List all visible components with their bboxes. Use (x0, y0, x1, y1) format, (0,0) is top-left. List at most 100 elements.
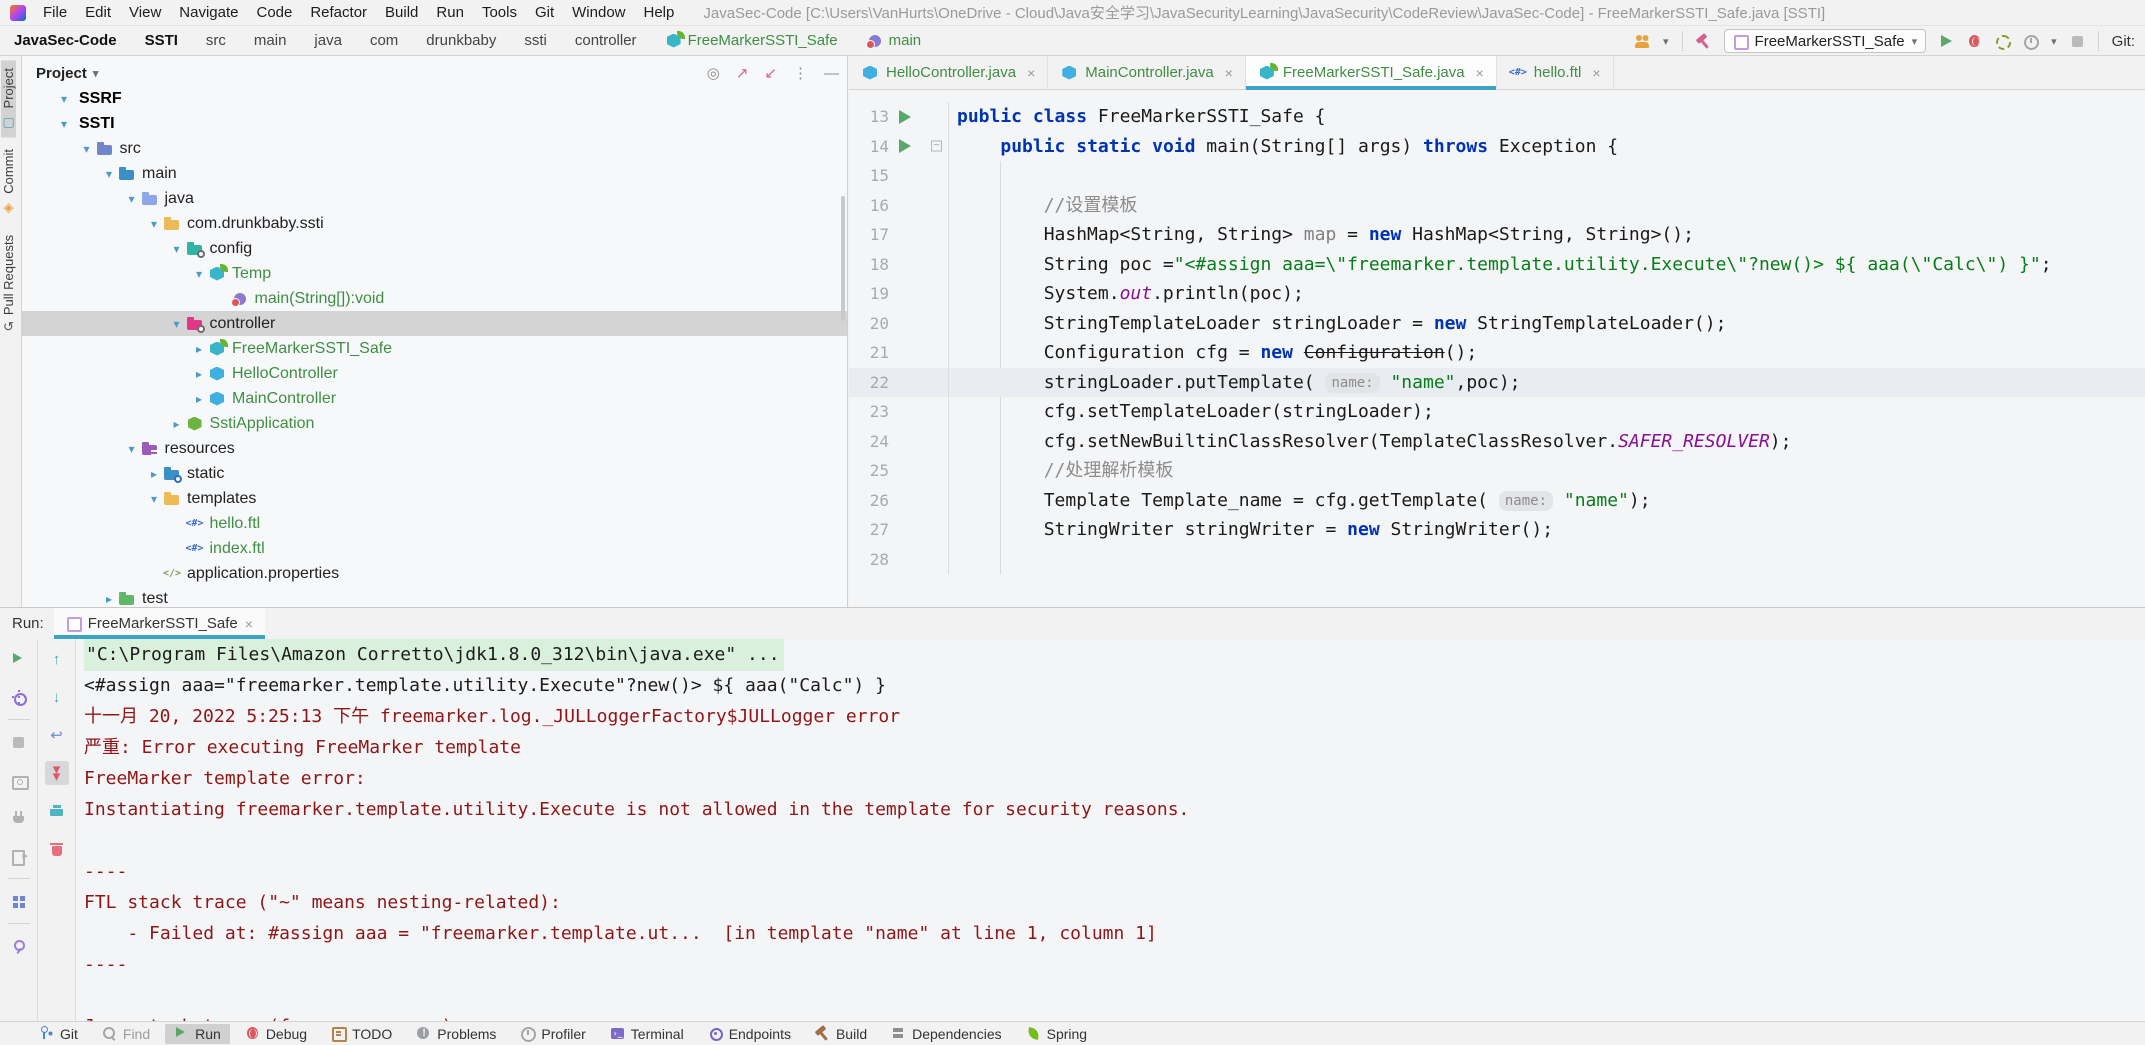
toolwindow-terminal[interactable]: Terminal (601, 1024, 693, 1044)
chevron-down-icon[interactable]: ▾ (145, 217, 163, 231)
breadcrumb-src[interactable]: src (206, 32, 226, 49)
stop-icon[interactable] (7, 730, 31, 754)
stop-button[interactable] (2070, 34, 2085, 49)
chevron-down-icon[interactable]: ▾ (1663, 35, 1669, 48)
build-hammer-icon[interactable] (1696, 34, 1711, 49)
menu-run[interactable]: Run (427, 4, 473, 21)
chevron-down-icon[interactable]: ▾ (55, 92, 73, 106)
git-widget[interactable]: Git: (2112, 33, 2135, 50)
close-icon[interactable]: × (1592, 65, 1600, 81)
chevron-right-icon[interactable]: ▸ (190, 392, 208, 406)
chevron-right-icon[interactable]: ▸ (190, 342, 208, 356)
tree-item-sstiapplication[interactable]: ▸SstiApplication (22, 411, 847, 436)
profiler-button[interactable] (2023, 34, 2038, 49)
tree-item-config[interactable]: ▾config (22, 236, 847, 261)
screenshot-icon[interactable] (7, 768, 31, 792)
settings-icon[interactable] (7, 685, 31, 709)
fold-icon[interactable]: – (931, 141, 942, 152)
toolwindow-run[interactable]: Run (165, 1024, 230, 1044)
chevron-down-icon[interactable]: ▾ (123, 192, 141, 206)
collaborators-icon[interactable] (1635, 34, 1650, 49)
tree-item-ssrf[interactable]: ▾SSRF (22, 90, 847, 111)
toolwindow-endpoints[interactable]: Endpoints (699, 1024, 800, 1044)
breadcrumb-java[interactable]: java (314, 32, 342, 49)
chevron-right-icon[interactable]: ▸ (168, 417, 186, 431)
run-tab[interactable]: FreeMarkerSSTI_Safe × (54, 608, 265, 639)
expand-all-icon[interactable]: ↗ (736, 64, 749, 82)
breadcrumb-drunkbaby[interactable]: drunkbaby (426, 32, 496, 49)
close-icon[interactable]: × (1027, 65, 1035, 81)
pin-icon[interactable] (7, 934, 31, 958)
chevron-down-icon[interactable]: ▾ (190, 267, 208, 281)
toolwindow-find[interactable]: Find (93, 1024, 159, 1044)
menu-code[interactable]: Code (247, 4, 301, 21)
chevron-down-icon[interactable]: ▾ (2051, 35, 2057, 48)
chevron-right-icon[interactable]: ▸ (190, 367, 208, 381)
more-options-icon[interactable]: ⋮ (793, 64, 808, 82)
menu-view[interactable]: View (120, 4, 170, 21)
breadcrumb-javasec-code[interactable]: JavaSec-Code (14, 32, 117, 49)
project-panel-title[interactable]: Project ▾ (36, 65, 98, 82)
tree-item-index-ftl[interactable]: <#>index.ftl (22, 536, 847, 561)
tree-item-hello-ftl[interactable]: <#>hello.ftl (22, 511, 847, 536)
menu-tools[interactable]: Tools (473, 4, 526, 21)
collapse-all-icon[interactable]: ↙ (764, 64, 777, 82)
chevron-right-icon[interactable]: ▸ (145, 467, 163, 481)
chevron-down-icon[interactable]: ▾ (78, 142, 96, 156)
tab-freemarkerssti-safe-java[interactable]: FreeMarkerSSTI_Safe.java× (1246, 56, 1497, 89)
scroll-to-end-icon[interactable]: ▾ ▾ (45, 761, 69, 785)
run-line-icon[interactable] (899, 139, 911, 153)
tree-item-main-string-void[interactable]: main(String[]):void (22, 286, 847, 311)
menu-build[interactable]: Build (376, 4, 427, 21)
locate-icon[interactable]: ◎ (707, 64, 720, 82)
toolwindow-spring[interactable]: Spring (1017, 1024, 1096, 1044)
chevron-down-icon[interactable]: ▾ (55, 117, 73, 131)
tree-item-com-drunkbaby-ssti[interactable]: ▾com.drunkbaby.ssti (22, 211, 847, 236)
debug-button[interactable] (1967, 34, 1982, 49)
chevron-down-icon[interactable]: ▾ (168, 242, 186, 256)
tree-item-main[interactable]: ▾main (22, 161, 847, 186)
toolwindow-todo[interactable]: TODO (322, 1024, 401, 1044)
toolwindow-git[interactable]: Git (30, 1024, 87, 1044)
menu-edit[interactable]: Edit (76, 4, 120, 21)
stripe-item-pull-requests[interactable]: ↺Pull Requests (1, 227, 16, 340)
tree-item-static[interactable]: ▸static (22, 461, 847, 486)
tree-item-java[interactable]: ▾java (22, 186, 847, 211)
clear-icon[interactable] (45, 837, 69, 861)
run-button[interactable] (1939, 34, 1954, 49)
tree-item-test[interactable]: ▸test (22, 586, 847, 607)
toolwindow-build[interactable]: Build (806, 1024, 876, 1044)
export-icon[interactable] (7, 844, 31, 868)
chevron-right-icon[interactable]: ▸ (100, 592, 118, 606)
tab-hellocontroller-java[interactable]: HelloController.java× (849, 56, 1048, 89)
chevron-down-icon[interactable]: ▾ (100, 167, 118, 181)
run-line-icon[interactable] (899, 110, 911, 124)
stripe-item-project[interactable]: ▢Project (1, 60, 16, 137)
hide-panel-icon[interactable]: — (824, 65, 839, 82)
breadcrumb-class[interactable]: FreeMarkerSSTI_Safe (665, 32, 838, 49)
tree-item-templates[interactable]: ▾templates (22, 486, 847, 511)
close-icon[interactable]: × (245, 616, 253, 632)
soft-wrap-icon[interactable]: ↩ (45, 723, 69, 747)
run-configuration-select[interactable]: FreeMarkerSSTI_Safe ▾ (1724, 29, 1927, 53)
menu-navigate[interactable]: Navigate (170, 4, 247, 21)
project-tree[interactable]: ▾SSRF▾SSTI▾src▾main▾java▾com.drunkbaby.s… (22, 90, 847, 607)
chevron-down-icon[interactable]: ▾ (168, 317, 186, 331)
menu-git[interactable]: Git (526, 4, 563, 21)
breadcrumb-method[interactable]: main (866, 32, 922, 49)
close-icon[interactable]: × (1476, 65, 1484, 81)
toolwindow-dependencies[interactable]: Dependencies (882, 1024, 1011, 1044)
console-output[interactable]: "C:\Program Files\Amazon Corretto\jdk1.8… (76, 639, 2145, 1021)
menu-window[interactable]: Window (563, 4, 634, 21)
tree-item-freemarkerssti-safe[interactable]: ▸FreeMarkerSSTI_Safe (22, 336, 847, 361)
toolwindow-problems[interactable]: Problems (407, 1024, 505, 1044)
breadcrumb-ssti[interactable]: ssti (524, 32, 547, 49)
menu-file[interactable]: File (34, 4, 76, 21)
layout-icon[interactable] (7, 889, 31, 913)
chevron-down-icon[interactable]: ▾ (123, 442, 141, 456)
tab-maincontroller-java[interactable]: MainController.java× (1048, 56, 1246, 89)
close-icon[interactable]: × (1225, 65, 1233, 81)
tree-item-hellocontroller[interactable]: ▸HelloController (22, 361, 847, 386)
tree-item-application-properties[interactable]: </>application.properties (22, 561, 847, 586)
tree-item-maincontroller[interactable]: ▸MainController (22, 386, 847, 411)
